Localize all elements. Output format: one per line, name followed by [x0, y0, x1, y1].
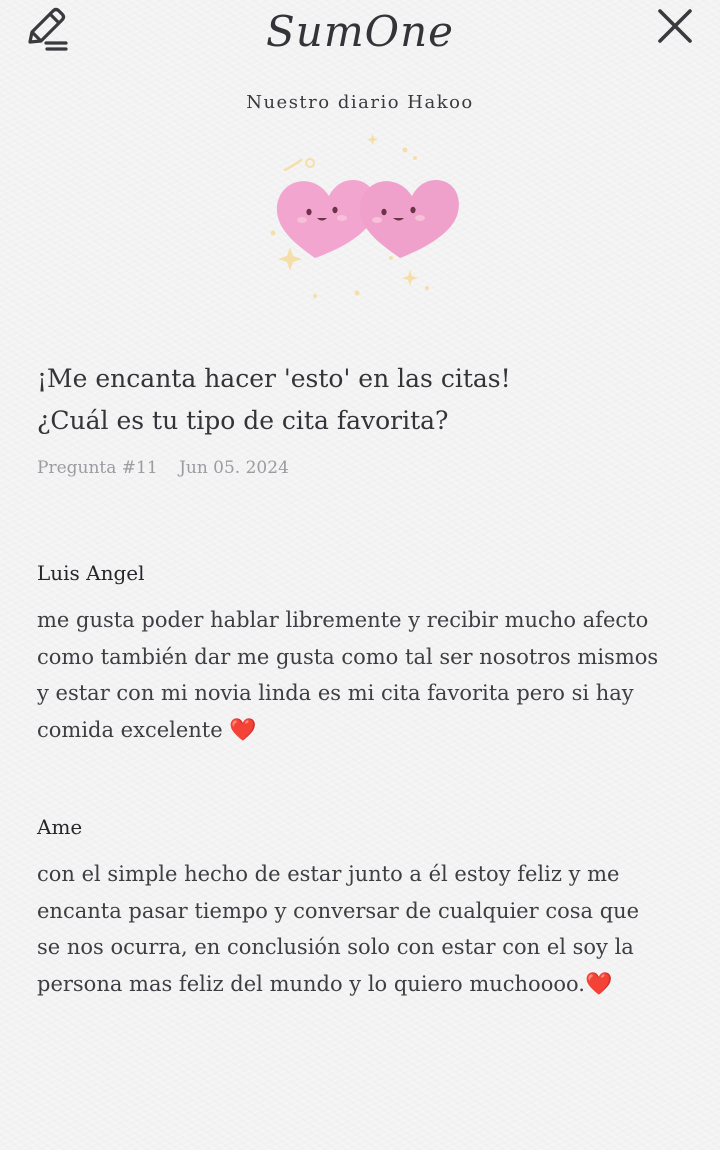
red-heart-icon: ❤️: [584, 971, 613, 997]
question-line: ¡Me encanta hacer 'esto' en las citas!: [37, 364, 511, 393]
brand-name: SumOne: [266, 7, 454, 56]
answer-text: con el simple hecho de estar junto a él …: [37, 856, 687, 1003]
answer-line-last: comida excelente ❤️: [37, 712, 687, 750]
question-meta: Pregunta #11 Jun 05. 2024: [37, 458, 289, 478]
two-smiling-hearts-icon: [270, 134, 459, 298]
answer-text: me gusta poder hablar libremente y recib…: [37, 602, 687, 749]
pencil-write-icon: [28, 7, 68, 51]
red-heart-icon: ❤️: [229, 717, 257, 743]
question-date: Jun 05. 2024: [179, 458, 289, 478]
answer-line: encanta pasar tiempo y conversar de cual…: [37, 898, 640, 923]
answer-line: me gusta poder hablar libremente y recib…: [37, 608, 649, 632]
answer-line: con el simple hecho de estar junto a él …: [37, 862, 620, 886]
answer-line-last: persona mas feliz del mundo y lo quiero …: [37, 966, 687, 1004]
app-logo: SumOne: [210, 0, 510, 64]
close-x-icon: [658, 9, 692, 43]
top-bar: SumOne: [0, 0, 720, 70]
edit-button[interactable]: [20, 4, 72, 54]
question-line: ¿Cuál es tu tipo de cita favorita?: [37, 406, 449, 435]
answer-line: como también dar me gusta como tal ser n…: [37, 644, 659, 669]
close-button[interactable]: [650, 4, 702, 50]
answer-block: Ame con el simple hecho de estar junto a…: [37, 812, 687, 1003]
answer-line: y estar con mi novia linda es mi cita fa…: [37, 681, 634, 705]
diary-title: Nuestro diario Hakoo: [246, 92, 474, 113]
question-number: Pregunta #11: [37, 458, 158, 478]
answer-author: Luis Angel: [37, 561, 145, 585]
question-title: ¡Me encanta hacer 'esto' en las citas! ¿…: [37, 358, 687, 442]
answer-block: Luis Angel me gusta poder hablar libreme…: [37, 558, 687, 749]
answer-line: persona mas feliz del mundo y lo quiero …: [37, 971, 585, 996]
answer-line: comida excelente: [37, 717, 223, 742]
answer-author: Ame: [37, 815, 83, 839]
answer-line: se nos ocurra, en conclusión solo con es…: [37, 935, 634, 959]
illustration: [255, 128, 465, 308]
